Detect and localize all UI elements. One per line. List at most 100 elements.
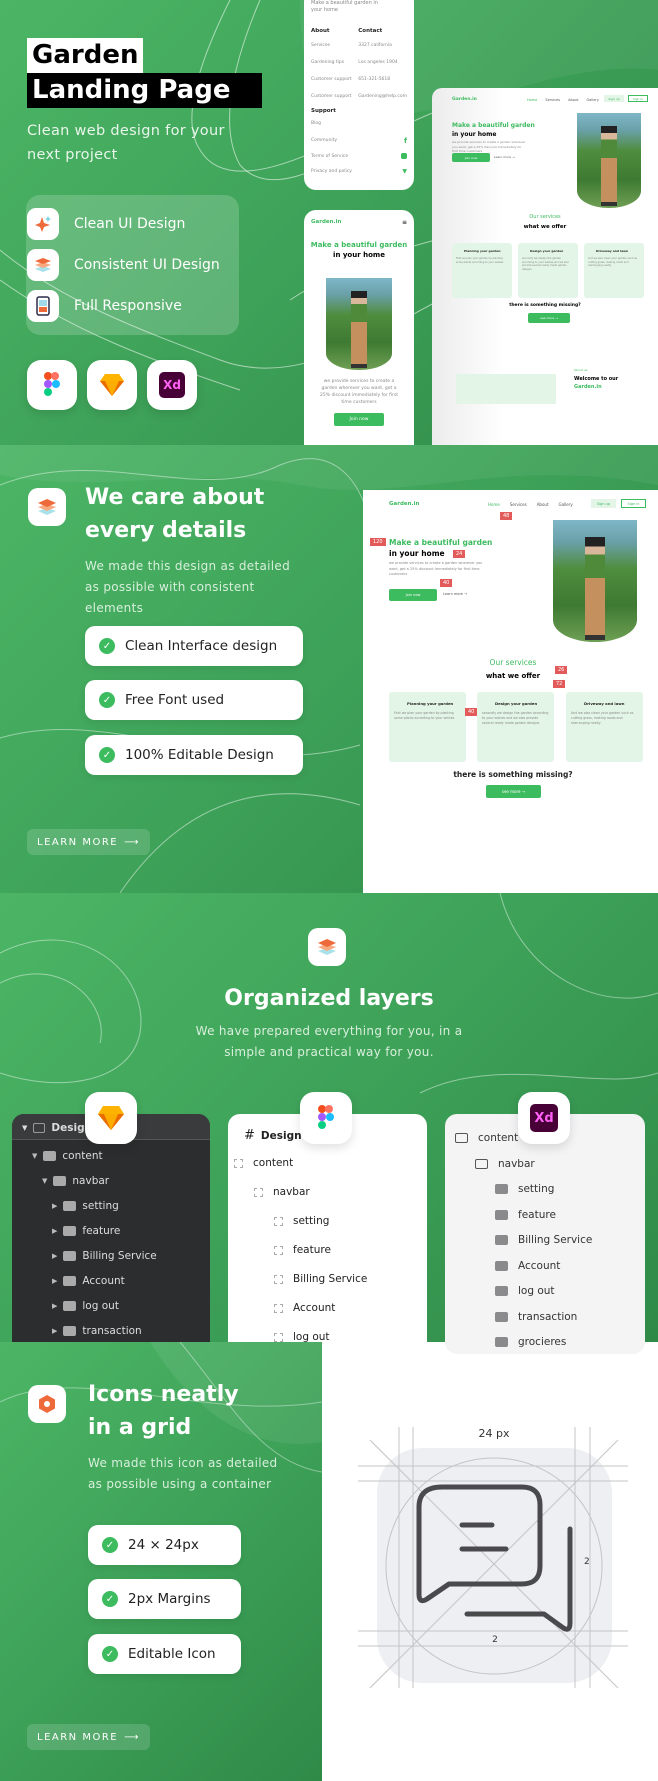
layer-item[interactable]: navbar <box>475 1158 535 1170</box>
layer-label: Account <box>293 1302 336 1314</box>
service-title: Planning your garden <box>464 249 501 253</box>
check-icon: ✓ <box>99 638 115 654</box>
layer-item[interactable]: ▶ Account <box>52 1275 125 1287</box>
footer-link[interactable]: Services <box>311 42 358 49</box>
footer-link[interactable]: Customer support <box>311 93 358 100</box>
footer-link[interactable]: Gardening tips <box>311 59 358 66</box>
mock-footer-card: Make a beautiful garden in your home Abo… <box>304 0 414 190</box>
signup-button[interactable]: Sign up <box>604 95 624 102</box>
layer-item[interactable]: Account <box>274 1302 335 1314</box>
layer-item[interactable]: ▶ feature <box>52 1225 120 1237</box>
layer-item[interactable]: Account <box>495 1260 560 1272</box>
layer-item[interactable]: Billing Service <box>495 1234 592 1246</box>
service-card: Planning your garden First we plan your g… <box>452 243 512 298</box>
join-now-button[interactable]: Join now <box>389 589 437 601</box>
layers-icon <box>28 488 66 526</box>
caret-right-icon[interactable]: ▶ <box>52 1227 57 1235</box>
title-line-2: Landing Page <box>27 73 263 108</box>
about-brand: Garden.in <box>574 384 602 390</box>
nav-services[interactable]: Services <box>510 502 527 507</box>
layers-title: Organized layers <box>224 986 434 1011</box>
margin-bottom-label: 2 <box>492 1635 498 1645</box>
footer-link[interactable]: Terms of Service <box>311 153 348 160</box>
service-card: Driveway and lawn And we also clean your … <box>566 692 643 762</box>
signin-button[interactable]: Sign in <box>628 95 648 102</box>
nav-about[interactable]: About <box>537 502 549 507</box>
nav-gallery[interactable]: Gallery <box>586 98 598 102</box>
layer-item[interactable]: ▼ navbar <box>42 1175 109 1187</box>
hexagon-icon <box>28 1385 66 1423</box>
about-title: Welcome to our <box>574 376 619 382</box>
xd-layers-panel: content navbar setting feature Billing Servi… <box>445 1114 645 1354</box>
layer-label: Account <box>82 1275 125 1287</box>
layer-item[interactable]: Billing Service <box>274 1273 367 1285</box>
caret-down-icon[interactable]: ▼ <box>32 1152 37 1160</box>
layer-item[interactable]: ▶ log out <box>52 1300 119 1312</box>
service-text: And we also clean your garden such as cu… <box>571 711 634 725</box>
icons-section: Icons neatly in a grid We made this icon … <box>0 1342 658 1781</box>
learn-more-link[interactable]: Learn more → <box>494 155 515 159</box>
layer-item[interactable]: ▶ setting <box>52 1200 119 1212</box>
caret-right-icon[interactable]: ▶ <box>52 1252 57 1260</box>
layer-root[interactable]: ▼ Design <box>22 1122 92 1134</box>
folder-icon <box>495 1235 508 1245</box>
desktop-logo: Garden.in <box>452 97 477 102</box>
layer-item[interactable]: ▶ Billing Service <box>52 1250 157 1262</box>
details-subtitle: We made this design as detailed as possi… <box>85 559 290 615</box>
see-more-button[interactable]: see more → <box>486 785 541 798</box>
layer-item[interactable]: ▼ content <box>32 1150 103 1162</box>
service-text: secondly we design the garden according … <box>482 711 549 725</box>
folder-icon <box>43 1151 57 1161</box>
hero-title: Garden Landing Page <box>27 38 263 108</box>
arrow-right-icon: ⟶ <box>124 836 140 848</box>
caret-right-icon[interactable]: ▶ <box>52 1202 57 1210</box>
footer-link[interactable]: Blog <box>311 120 407 127</box>
layer-item[interactable]: setting <box>495 1183 554 1195</box>
see-more-button[interactable]: see more → <box>528 313 570 323</box>
menu-icon[interactable]: ≡ <box>402 219 407 226</box>
footer-link[interactable]: Customer support <box>311 76 358 83</box>
check-icon: ✓ <box>102 1646 118 1662</box>
layer-item[interactable]: log out <box>495 1285 555 1297</box>
nav-services[interactable]: Services <box>545 98 560 102</box>
learn-more-link[interactable]: Learn more → <box>443 592 467 596</box>
group-icon <box>274 1274 283 1284</box>
layer-item[interactable]: setting <box>274 1215 329 1227</box>
nav-gallery[interactable]: Gallery <box>559 502 573 507</box>
instagram-icon[interactable] <box>401 153 407 159</box>
layer-label: content <box>253 1157 294 1169</box>
caret-down-icon[interactable]: ▼ <box>42 1177 47 1185</box>
layer-item[interactable]: content <box>234 1157 293 1169</box>
layer-root[interactable]: # Design <box>244 1128 302 1143</box>
layer-item[interactable]: feature <box>495 1209 556 1221</box>
service-text: First we plan your garden by planting so… <box>456 257 504 264</box>
layer-label: navbar <box>273 1186 310 1198</box>
twitter-icon[interactable]: ▼ <box>402 168 407 175</box>
layer-item[interactable]: ▶ transaction <box>52 1325 142 1337</box>
icons-title: Icons neatly in a grid <box>88 1378 239 1444</box>
learn-more-button[interactable]: LEARN MORE ⟶ <box>27 829 150 855</box>
feature-item: Clean UI Design <box>27 208 220 240</box>
signin-button[interactable]: Sign in <box>621 499 646 508</box>
signup-button[interactable]: Sign up <box>591 499 616 508</box>
layer-item[interactable]: transaction <box>495 1311 577 1323</box>
join-now-button[interactable]: Join now <box>452 153 490 162</box>
learn-more-button[interactable]: LEARN MORE ⟶ <box>27 1724 150 1750</box>
service-text: secondly we design the garden according … <box>522 257 569 271</box>
nav-home[interactable]: Home <box>488 502 500 507</box>
layer-item[interactable]: content <box>455 1132 518 1144</box>
nav-about[interactable]: About <box>568 98 578 102</box>
services-title: what we offer <box>523 224 567 230</box>
layer-item[interactable]: navbar <box>254 1186 310 1198</box>
nav-home[interactable]: Home <box>527 98 537 102</box>
layer-item[interactable]: feature <box>274 1244 331 1256</box>
caret-right-icon[interactable]: ▶ <box>52 1327 57 1335</box>
facebook-icon[interactable]: f <box>404 137 407 145</box>
pill-label: Editable Icon <box>128 1646 216 1662</box>
footer-link[interactable]: Community <box>311 137 337 145</box>
caret-right-icon[interactable]: ▶ <box>52 1277 57 1285</box>
join-now-button[interactable]: Join now <box>334 413 384 426</box>
service-text: First we plan your garden by planting so… <box>394 711 455 720</box>
caret-right-icon[interactable]: ▶ <box>52 1302 57 1310</box>
footer-link[interactable]: Privacy and policy <box>311 168 352 175</box>
